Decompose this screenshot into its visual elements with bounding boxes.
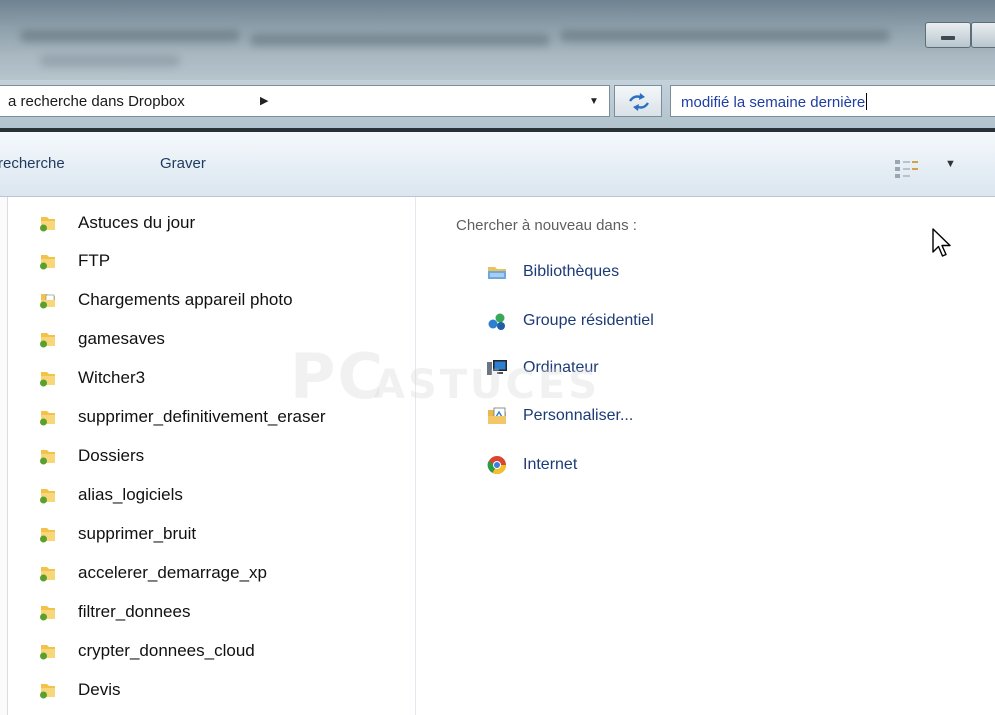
folder-label: Witcher3 <box>78 368 146 387</box>
folder-label: filtrer_donnees <box>78 602 191 621</box>
folder-icon <box>40 528 55 543</box>
folder-label: FTP <box>78 251 111 270</box>
content-pane: Chercher à nouveau dans : Bibliothèques … <box>416 197 995 715</box>
folder-icon <box>40 645 55 660</box>
folder-icon <box>40 333 55 348</box>
blurred-title <box>250 34 550 46</box>
breadcrumb[interactable]: a recherche dans Dropbox <box>8 93 185 110</box>
save-search-button[interactable]: recherche <box>0 155 65 172</box>
folder-label: Dossiers <box>78 446 145 465</box>
blurred-title <box>20 30 240 42</box>
command-toolbar: recherche Graver ▼ <box>0 132 995 197</box>
view-options-icon[interactable] <box>893 159 923 179</box>
view-dropdown-icon[interactable]: ▼ <box>945 158 956 170</box>
blurred-title <box>560 30 890 42</box>
location-label: Internet <box>523 456 578 473</box>
burn-button[interactable]: Graver <box>160 155 206 172</box>
refresh-icon <box>629 93 649 111</box>
window-controls <box>925 22 995 48</box>
folder-icon <box>40 411 55 426</box>
folder-document-icon <box>40 294 55 309</box>
internet-icon <box>487 456 506 475</box>
minimize-button[interactable] <box>925 22 971 48</box>
breadcrumb-arrow-icon[interactable]: ▶ <box>260 94 268 107</box>
folder-label: gamesaves <box>78 329 165 348</box>
pane-edge <box>0 197 8 715</box>
mouse-cursor-icon <box>932 228 951 257</box>
folder-label: supprimer_bruit <box>78 524 197 543</box>
homegroup-icon <box>488 313 505 330</box>
blurred-title <box>40 55 180 67</box>
folder-icon <box>40 567 55 582</box>
watermark-logo: ASTUCES <box>374 362 601 408</box>
address-dropdown-icon[interactable]: ▼ <box>583 92 605 112</box>
customize-icon <box>488 407 506 424</box>
watermark-logo: PC <box>290 340 385 413</box>
window-title-bar <box>0 0 995 80</box>
minimize-icon <box>941 36 955 40</box>
folder-label: Chargements appareil photo <box>78 290 293 309</box>
address-bar[interactable]: a recherche dans Dropbox ▶ ▼ <box>0 85 610 117</box>
libraries-icon <box>488 267 506 279</box>
search-input[interactable]: modifié la semaine dernière <box>670 85 995 117</box>
folder-icon <box>40 372 55 387</box>
location-label: Bibliothèques <box>523 263 620 280</box>
navigation-pane: Astuces du jour FTP Chargements appareil… <box>0 197 416 715</box>
maximize-button[interactable] <box>971 22 995 48</box>
folder-label: Devis <box>78 680 121 699</box>
search-again-label: Chercher à nouveau dans : <box>456 217 637 234</box>
folder-icon <box>40 217 55 232</box>
folder-icon <box>40 606 55 621</box>
location-label: Groupe résidentiel <box>523 312 654 329</box>
folder-icon <box>40 489 55 504</box>
text-caret <box>866 93 868 110</box>
folder-label: Astuces du jour <box>78 213 196 232</box>
folder-icon <box>40 255 55 270</box>
refresh-button[interactable] <box>614 85 662 117</box>
folder-label: accelerer_demarrage_xp <box>78 563 267 582</box>
folder-icon <box>40 450 55 465</box>
address-row: a recherche dans Dropbox ▶ ▼ modifié la … <box>0 80 995 130</box>
search-query: modifié la semaine dernière <box>681 93 868 111</box>
folder-label: alias_logiciels <box>78 485 183 504</box>
folder-label: supprimer_definitivement_eraser <box>78 407 326 426</box>
folder-label: crypter_donnees_cloud <box>78 641 255 660</box>
folder-icon <box>40 684 55 699</box>
